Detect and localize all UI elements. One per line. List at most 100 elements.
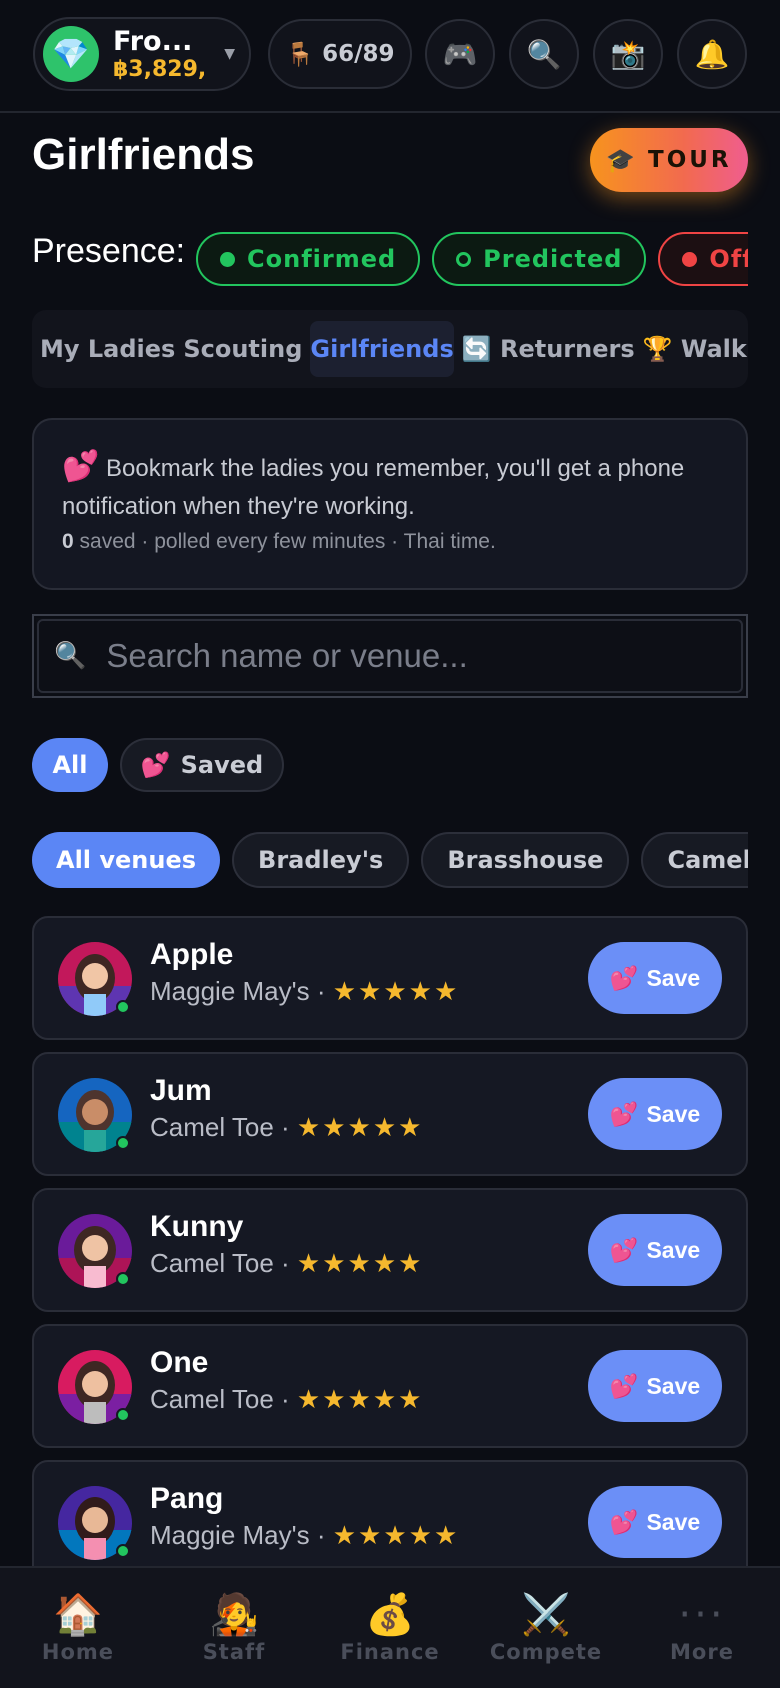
girl-venue: Camel Toe — [150, 1384, 274, 1414]
hearts-icon: 💕 — [609, 1372, 639, 1399]
search-icon: 🔍 — [54, 641, 87, 671]
presence-chip-label: Offline — [709, 245, 748, 273]
filter-saved[interactable]: 💕 Saved — [120, 738, 284, 792]
girl-venue: Maggie May's — [150, 1520, 310, 1550]
games-button[interactable]: 🎮 — [425, 19, 495, 89]
hearts-icon: 💕 — [609, 964, 639, 991]
info-card: 💕 Bookmark the ladies you remember, you'… — [32, 418, 748, 590]
filter-saved-label: Saved — [180, 751, 264, 779]
nav-label: Staff — [202, 1640, 266, 1664]
girl-name: Kunny — [150, 1210, 244, 1243]
avatar — [58, 1078, 132, 1152]
online-status-dot — [116, 1000, 130, 1014]
seats-count: 66/89 — [322, 41, 395, 67]
camera-icon: 📸 — [610, 37, 646, 71]
nav-label: Compete — [489, 1640, 603, 1664]
save-button[interactable]: 💕 Save — [588, 1350, 722, 1422]
online-status-dot — [116, 1544, 130, 1558]
filled-dot-icon — [682, 251, 698, 267]
girl-meta: Maggie May's · ★★★★★ — [150, 976, 460, 1006]
presence-predicted-chip[interactable]: Predicted — [432, 232, 647, 286]
search-button[interactable]: 🔍 — [509, 19, 579, 89]
nav-label: Home — [41, 1640, 115, 1664]
top-bar: 💎 Fro... ฿3,829, ▼ 🪑 66/89 🎮 🔍 📸 🔔 — [0, 0, 780, 113]
nav-finance[interactable]: 💰 Finance — [312, 1568, 468, 1688]
save-label: Save — [646, 1100, 701, 1127]
page-title: Girlfriends — [32, 130, 255, 179]
star-rating: ★★★★★ — [296, 1384, 424, 1414]
bottom-nav: 🏠 Home 🧑‍🎤 Staff 💰 Finance ⚔️ Compete ··… — [0, 1566, 780, 1688]
info-description: Bookmark the ladies you remember, you'll… — [62, 455, 685, 520]
girl-meta: Maggie May's · ★★★★★ — [150, 1520, 460, 1550]
girl-card[interactable]: Apple Maggie May's · ★★★★★ 💕 Save — [32, 916, 748, 1040]
girl-venue: Camel Toe — [150, 1248, 274, 1278]
online-status-dot — [116, 1408, 130, 1422]
hearts-icon: 💕 — [609, 1508, 639, 1535]
venue-chip-all[interactable]: All venues — [32, 832, 221, 888]
save-label: Save — [646, 1236, 701, 1263]
nav-compete[interactable]: ⚔️ Compete — [468, 1568, 624, 1688]
hollow-dot-icon — [456, 251, 472, 267]
tab-girlfriends[interactable]: Girlfriends — [310, 321, 454, 377]
girl-meta: Camel Toe · ★★★★★ — [150, 1112, 424, 1142]
girl-name: Apple — [150, 938, 234, 971]
house-icon: 🏠 — [53, 1592, 103, 1638]
avatar — [58, 1350, 132, 1424]
search-input[interactable] — [106, 637, 707, 675]
presence-confirmed-chip[interactable]: Confirmed — [196, 232, 421, 286]
girl-card[interactable]: Kunny Camel Toe · ★★★★★ 💕 Save — [32, 1188, 748, 1312]
girl-card[interactable]: Jum Camel Toe · ★★★★★ 💕 Save — [32, 1052, 748, 1176]
hearts-icon: 💕 — [62, 450, 100, 483]
star-rating: ★★★★★ — [296, 1112, 424, 1142]
search-icon: 🔍 — [526, 37, 562, 71]
girl-card[interactable]: One Camel Toe · ★★★★★ 💕 Save — [32, 1324, 748, 1448]
online-status-dot — [116, 1272, 130, 1286]
venue-chip-camel-toe[interactable]: Camel Toe — [641, 832, 748, 888]
info-text: 💕 Bookmark the ladies you remember, you'… — [62, 448, 718, 526]
venue-chip-bradleys[interactable]: Bradley's — [232, 832, 410, 888]
save-button[interactable]: 💕 Save — [588, 1214, 722, 1286]
venue-chip-brasshouse[interactable]: Brasshouse — [421, 832, 630, 888]
nav-label: Finance — [340, 1640, 440, 1664]
star-rating: ★★★★★ — [332, 976, 460, 1006]
tab-returners[interactable]: 🔄 Returners — [462, 321, 635, 377]
camera-button[interactable]: 📸 — [593, 19, 663, 89]
tour-button[interactable]: 🎓 TOUR — [590, 128, 748, 192]
nav-home[interactable]: 🏠 Home — [0, 1568, 156, 1688]
gem-icon: 💎 — [43, 26, 99, 82]
girl-meta: Camel Toe · ★★★★★ — [150, 1384, 424, 1414]
save-button[interactable]: 💕 Save — [588, 1486, 722, 1558]
nav-more[interactable]: ··· More — [624, 1568, 780, 1688]
tab-walk-of-fame[interactable]: 🏆 Walk of — [643, 321, 748, 377]
online-status-dot — [116, 1136, 130, 1150]
save-label: Save — [646, 1372, 701, 1399]
nav-label: More — [670, 1640, 734, 1664]
account-balance: ฿3,829, — [113, 56, 207, 82]
filter-all[interactable]: All — [32, 738, 108, 792]
girl-name: One — [150, 1346, 209, 1379]
seats-indicator[interactable]: 🪑 66/89 — [268, 19, 412, 89]
girl-venue: Maggie May's — [150, 976, 310, 1006]
tab-my-ladies[interactable]: My Ladies — [40, 321, 175, 377]
nav-staff[interactable]: 🧑‍🎤 Staff — [156, 1568, 312, 1688]
hearts-icon: 💕 — [140, 751, 171, 779]
presence-chip-label: Confirmed — [247, 245, 397, 273]
girl-name: Pang — [150, 1482, 224, 1515]
bell-icon: 🔔 — [694, 37, 730, 71]
info-sub-label: saved · polled every few minutes · Thai … — [79, 530, 496, 553]
notifications-button[interactable]: 🔔 — [677, 19, 747, 89]
star-rating: ★★★★★ — [332, 1520, 460, 1550]
avatar — [58, 942, 132, 1016]
tab-scouting[interactable]: Scouting — [183, 321, 302, 377]
avatar — [58, 1486, 132, 1560]
save-button[interactable]: 💕 Save — [588, 1078, 722, 1150]
account-switcher[interactable]: 💎 Fro... ฿3,829, ▼ — [33, 17, 251, 91]
chair-icon: 🪑 — [285, 41, 315, 68]
girl-meta: Camel Toe · ★★★★★ — [150, 1248, 424, 1278]
star-rating: ★★★★★ — [296, 1248, 424, 1278]
presence-offline-chip[interactable]: Offline — [658, 232, 748, 286]
save-button[interactable]: 💕 Save — [588, 942, 722, 1014]
presence-legend: Confirmed Predicted Offline — [196, 232, 748, 286]
venue-filter-strip: All venues Bradley's Brasshouse Camel To… — [32, 832, 748, 888]
account-name: Fro... — [113, 25, 193, 57]
